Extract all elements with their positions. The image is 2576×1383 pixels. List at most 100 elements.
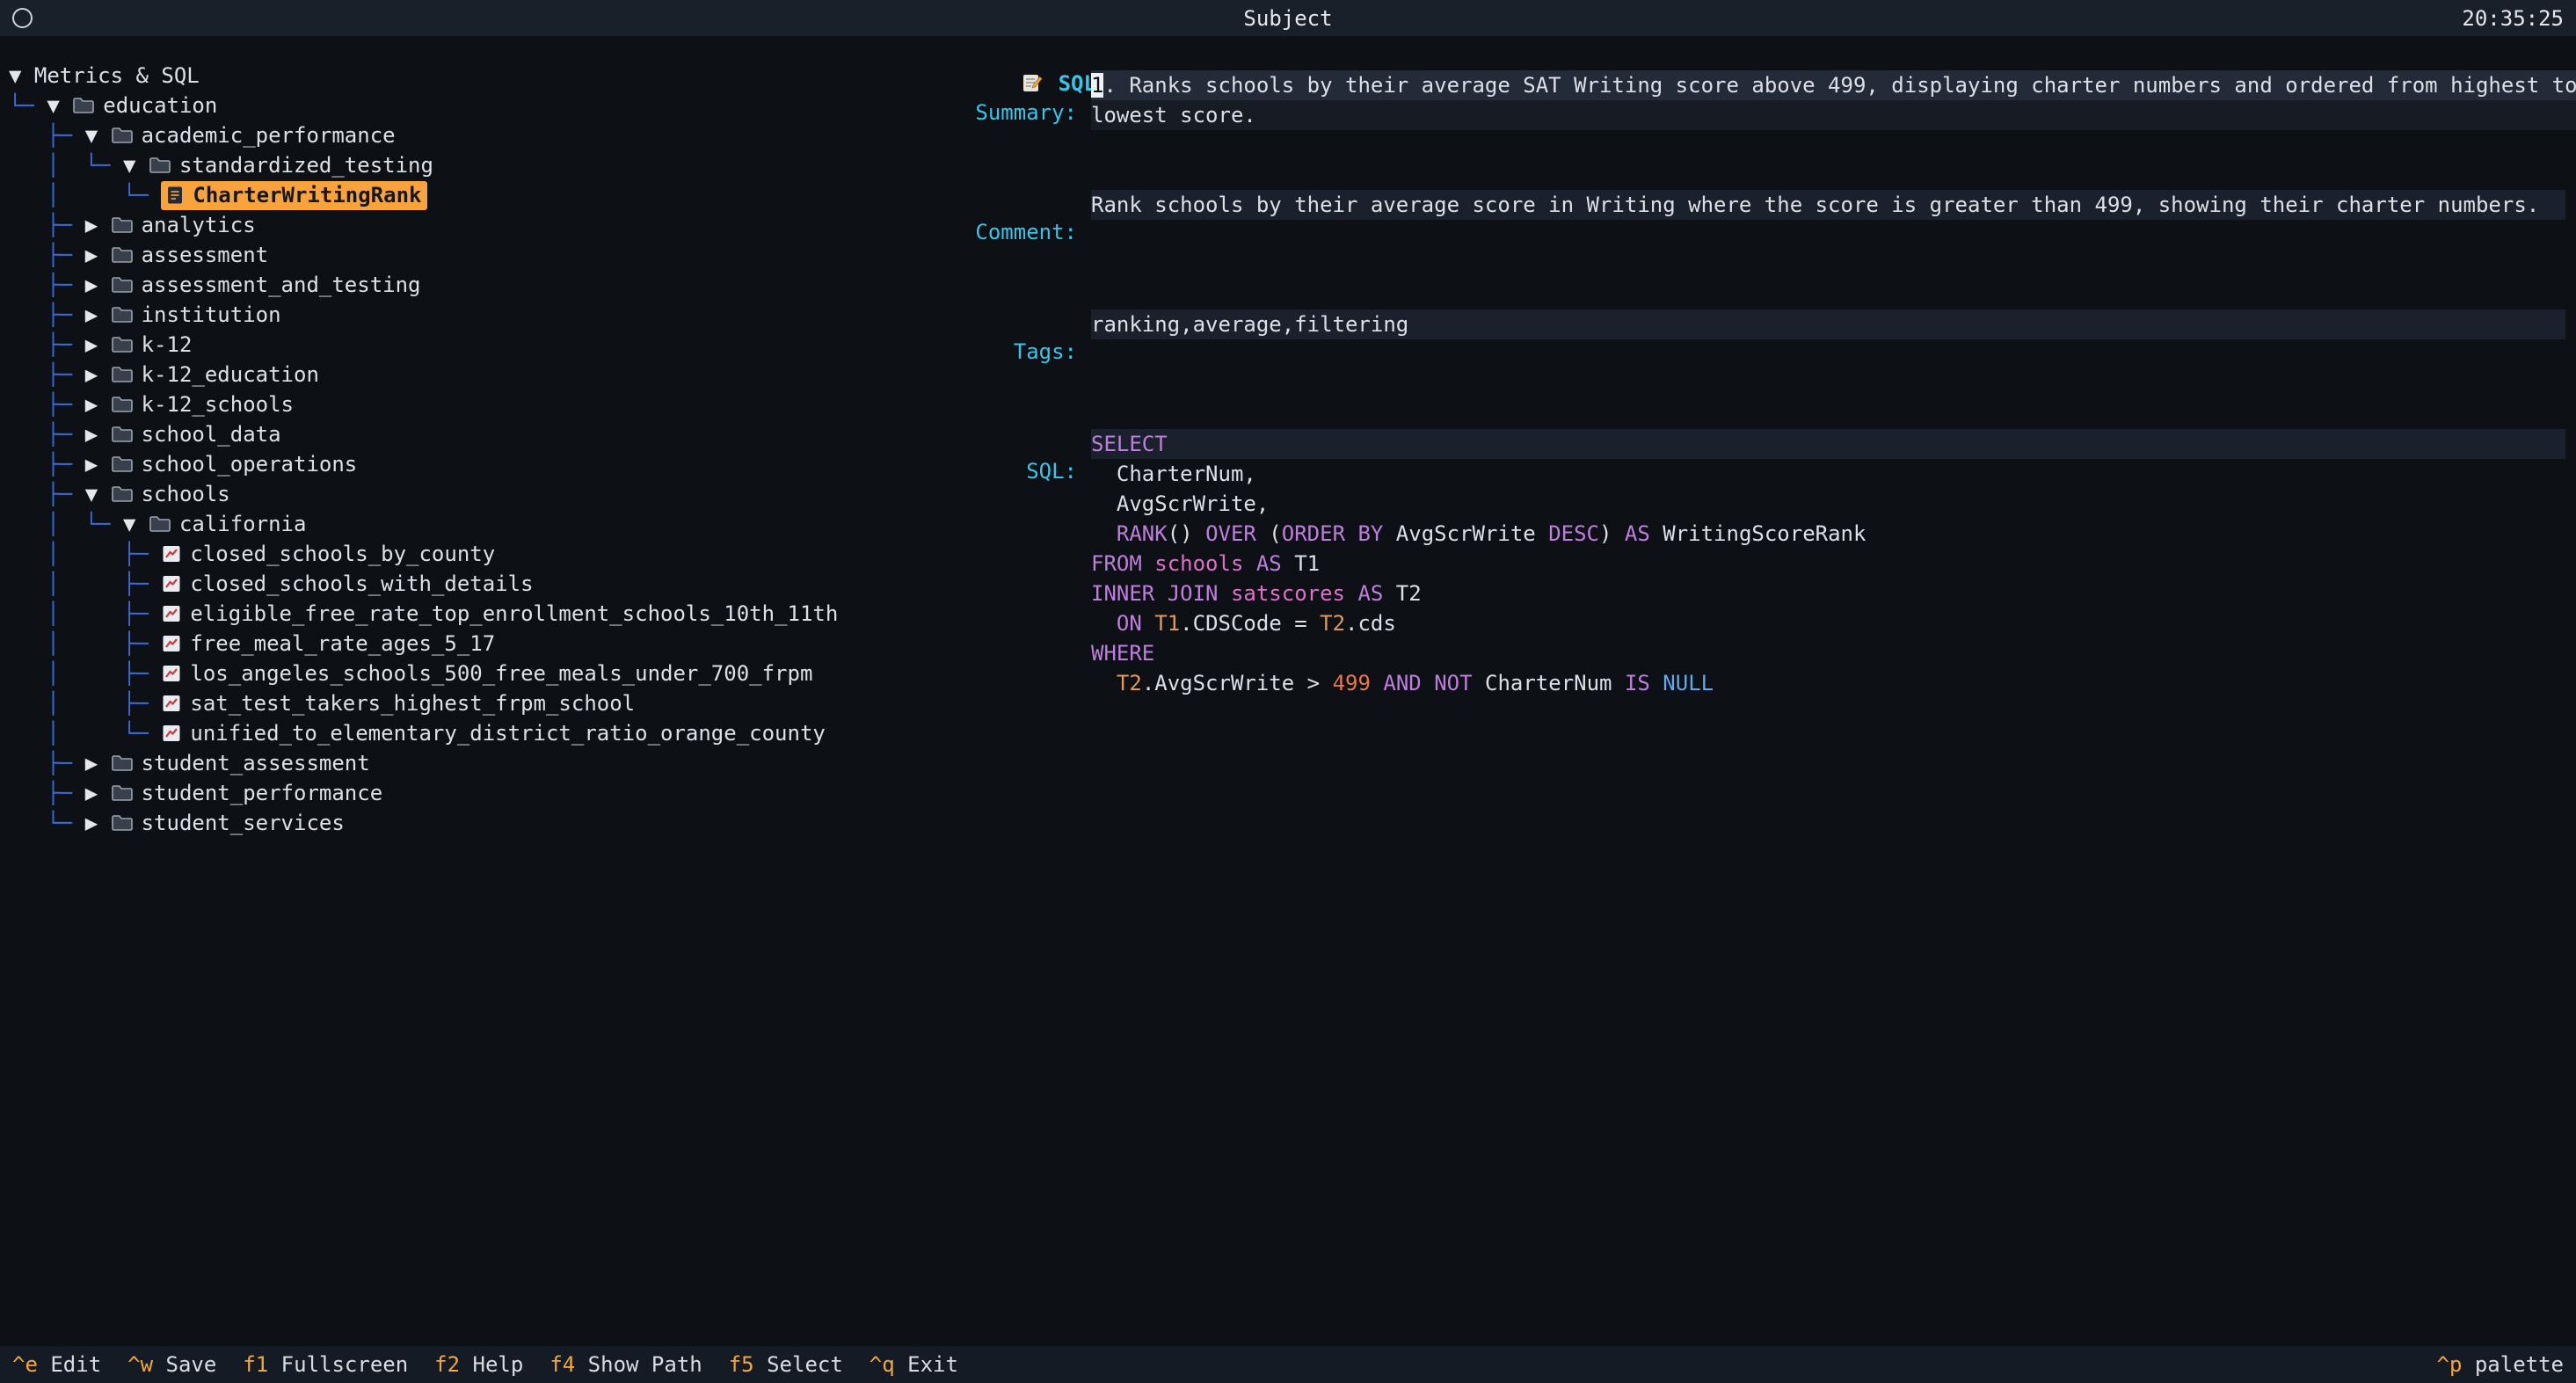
detail-panel: SQL: CharterWritingRank Summary: 1. Rank… <box>919 36 2576 1346</box>
expand-arrow-icon[interactable]: ▶ <box>85 811 111 835</box>
tree-item-unified-to-elementary-district-ratio-orange-county[interactable]: │ └─ unified_to_elementary_district_rati… <box>9 718 919 748</box>
footer-binding-help[interactable]: f2 Help <box>434 1352 523 1377</box>
tags-line-1: ranking,average,filtering <box>1091 309 2565 339</box>
tree-item-standardized-testing[interactable]: │ └─ ▼ standardized_testing <box>9 150 919 180</box>
collapse-arrow-icon[interactable]: ▼ <box>47 93 72 118</box>
key-combo: f1 <box>243 1352 268 1377</box>
tree-node[interactable]: eligible_free_rate_top_enrollment_school… <box>161 601 838 626</box>
tree-node[interactable]: k-12 <box>111 332 193 357</box>
collapse-arrow-icon[interactable]: ▼ <box>85 123 111 148</box>
tree-item-sat-test-takers-highest-frpm-school[interactable]: │ ├─ sat_test_takers_highest_frpm_school <box>9 688 919 718</box>
expand-arrow-icon[interactable]: ▶ <box>85 332 111 357</box>
tree-node[interactable]: closed_schools_with_details <box>161 571 533 596</box>
expand-arrow-icon[interactable]: ▶ <box>85 422 111 447</box>
tree-node[interactable]: Metrics & SQL <box>34 63 200 88</box>
sql-token <box>1422 671 1434 695</box>
expand-arrow-icon[interactable]: ▶ <box>85 273 111 297</box>
tree-guide-lines: │ └─ <box>9 183 161 207</box>
tree-item-charterwritingrank[interactable]: │ └─ CharterWritingRank <box>9 180 919 210</box>
tree-item-assessment-and-testing[interactable]: ├─ ▶ assessment_and_testing <box>9 270 919 300</box>
tree-item-k-12-schools[interactable]: ├─ ▶ k-12_schools <box>9 389 919 419</box>
expand-arrow-icon[interactable]: ▶ <box>85 781 111 805</box>
tree-node[interactable]: institution <box>111 302 281 327</box>
expand-arrow-icon[interactable]: ▶ <box>85 751 111 775</box>
comment-input[interactable]: Rank schools by their average score in W… <box>1091 190 2565 280</box>
expand-arrow-icon[interactable]: ▶ <box>85 362 111 387</box>
selected-tree-node[interactable]: CharterWritingRank <box>161 181 427 210</box>
tree-node[interactable]: school_data <box>111 422 281 447</box>
tags-input[interactable]: ranking,average,filtering <box>1091 309 2565 399</box>
tree-node[interactable]: student_assessment <box>111 751 370 775</box>
tree-guide-lines: └─ <box>9 811 85 835</box>
tree-node[interactable]: academic_performance <box>111 123 396 148</box>
tree-item-assessment[interactable]: ├─ ▶ assessment <box>9 240 919 270</box>
summary-input[interactable]: 1. Ranks schools by their average SAT Wr… <box>1091 70 2576 160</box>
tree-node[interactable]: standardized_testing <box>149 153 433 178</box>
tree-item-los-angeles-schools-500-free-meals-under-700-frpm[interactable]: │ ├─ los_angeles_schools_500_free_meals_… <box>9 659 919 688</box>
tree-node[interactable]: assessment_and_testing <box>111 273 421 297</box>
tree-node[interactable]: california <box>149 512 307 536</box>
sql-token: FROM <box>1091 551 1142 576</box>
expand-arrow-icon[interactable]: ▶ <box>85 392 111 417</box>
tree-item-education[interactable]: └─ ▼ education <box>9 91 919 120</box>
expand-arrow-icon[interactable]: ▶ <box>85 213 111 237</box>
footer-binding-show-path[interactable]: f4 Show Path <box>549 1352 702 1377</box>
expand-arrow-icon[interactable]: ▶ <box>85 302 111 327</box>
tree-item-label: closed_schools_with_details <box>190 571 533 596</box>
tree-item-analytics[interactable]: ├─ ▶ analytics <box>9 210 919 240</box>
tree-item-label: student_services <box>142 811 345 835</box>
tree-node[interactable]: student_performance <box>111 781 383 805</box>
tree-node[interactable]: k-12_education <box>111 362 319 387</box>
tree-item-closed-schools-with-details[interactable]: │ ├─ closed_schools_with_details <box>9 569 919 599</box>
tree-item-student-services[interactable]: └─ ▶ student_services <box>9 808 919 838</box>
collapse-arrow-icon[interactable]: ▼ <box>123 512 149 536</box>
tree-node[interactable]: assessment <box>111 243 269 267</box>
tree-item-metrics-sql[interactable]: ▼ Metrics & SQL <box>9 61 919 91</box>
tree-item-institution[interactable]: ├─ ▶ institution <box>9 300 919 330</box>
sql-editor[interactable]: SELECT CharterNum, AvgScrWrite, RANK() O… <box>1091 429 2565 698</box>
tags-line-2 <box>1091 339 2565 369</box>
tree-node[interactable]: student_services <box>111 811 345 835</box>
footer-binding-fullscreen[interactable]: f1 Fullscreen <box>243 1352 408 1377</box>
tree-item-label: california <box>179 512 307 536</box>
chart-icon <box>161 602 182 632</box>
tree-item-academic-performance[interactable]: ├─ ▼ academic_performance <box>9 120 919 150</box>
tree-node[interactable]: school_operations <box>111 452 358 477</box>
collapse-arrow-icon[interactable]: ▼ <box>9 63 34 88</box>
tree-node[interactable]: schools <box>111 482 230 506</box>
tree-node[interactable]: free_meal_rate_ages_5_17 <box>161 631 495 656</box>
expand-arrow-icon[interactable]: ▶ <box>85 452 111 477</box>
tree-item-free-meal-rate-ages-5-17[interactable]: │ ├─ free_meal_rate_ages_5_17 <box>9 629 919 659</box>
footer-binding-edit[interactable]: ^e Edit <box>12 1352 101 1377</box>
sql-token: T2 <box>1320 611 1345 636</box>
footer-binding-palette[interactable]: ^p palette <box>2437 1352 2565 1377</box>
tree-item-school-operations[interactable]: ├─ ▶ school_operations <box>9 449 919 479</box>
tree-item-closed-schools-by-county[interactable]: │ ├─ closed_schools_by_county <box>9 539 919 569</box>
tree-item-k-12-education[interactable]: ├─ ▶ k-12_education <box>9 360 919 389</box>
tree-node[interactable]: sat_test_takers_highest_frpm_school <box>161 691 635 716</box>
footer-binding-select[interactable]: f5 Select <box>729 1352 843 1377</box>
tree-item-student-assessment[interactable]: ├─ ▶ student_assessment <box>9 748 919 778</box>
key-action-label: Help <box>460 1352 523 1377</box>
sql-token: AS <box>1357 581 1383 606</box>
sql-line-3: AvgScrWrite, <box>1091 489 2565 519</box>
tree-node[interactable]: k-12_schools <box>111 392 294 417</box>
footer-palette-binding[interactable]: ^p palette <box>2437 1352 2565 1377</box>
tree-node[interactable]: analytics <box>111 213 256 237</box>
footer-binding-save[interactable]: ^w Save <box>127 1352 216 1377</box>
collapse-arrow-icon[interactable]: ▼ <box>85 482 111 506</box>
tree-item-eligible-free-rate-top-enrollment-schools-10th-11th[interactable]: │ ├─ eligible_free_rate_top_enrollment_s… <box>9 599 919 629</box>
tree-node[interactable]: education <box>72 93 217 118</box>
tree-item-student-performance[interactable]: ├─ ▶ student_performance <box>9 778 919 808</box>
tree-node[interactable]: closed_schools_by_county <box>161 542 495 566</box>
tree-node[interactable]: unified_to_elementary_district_ratio_ora… <box>161 721 825 746</box>
footer-binding-exit[interactable]: ^q Exit <box>870 1352 958 1377</box>
tree-item-school-data[interactable]: ├─ ▶ school_data <box>9 419 919 449</box>
tree-node[interactable]: los_angeles_schools_500_free_meals_under… <box>161 661 812 686</box>
tree-item-california[interactable]: │ └─ ▼ california <box>9 509 919 539</box>
tree-item-schools[interactable]: ├─ ▼ schools <box>9 479 919 509</box>
expand-arrow-icon[interactable]: ▶ <box>85 243 111 267</box>
folder-icon <box>111 453 134 483</box>
tree-item-k-12[interactable]: ├─ ▶ k-12 <box>9 330 919 360</box>
collapse-arrow-icon[interactable]: ▼ <box>123 153 149 178</box>
